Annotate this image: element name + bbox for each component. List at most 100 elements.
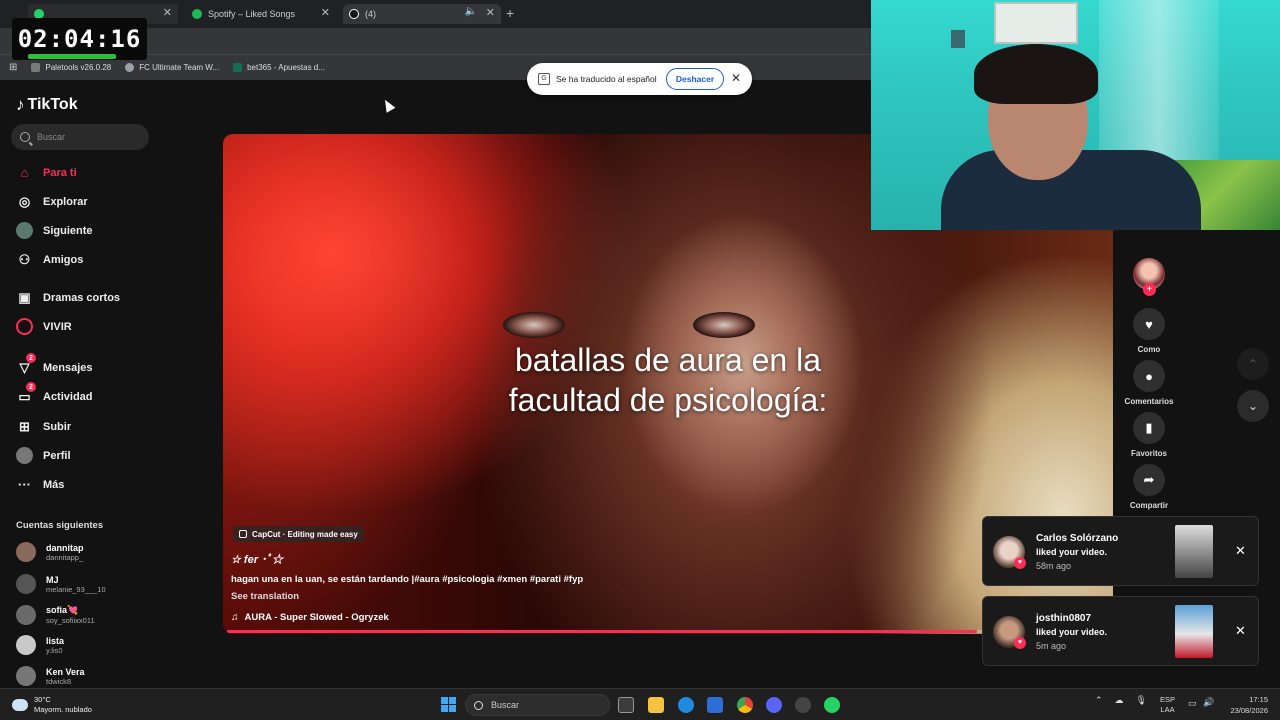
account-name: Ken Vera — [46, 666, 85, 677]
following-title: Cuentas siguientes — [16, 520, 104, 531]
store-icon[interactable] — [707, 697, 723, 713]
webcam-scene — [951, 30, 965, 48]
file-explorer-icon[interactable] — [648, 697, 664, 713]
network-icon[interactable]: ▭ — [1188, 698, 1197, 709]
edge-icon[interactable] — [678, 697, 694, 713]
account-handle: melanie_93___10 — [46, 584, 106, 594]
language-indicator[interactable]: ESP LAA — [1160, 695, 1175, 715]
nav-label: Explorar — [43, 195, 88, 208]
video-thumbnail[interactable] — [1175, 605, 1213, 658]
taskbar-search[interactable]: Buscar — [465, 694, 610, 716]
account-handle: soy_sofiixx011 — [46, 616, 95, 625]
close-icon[interactable]: ✕ — [731, 71, 741, 85]
message-icon: ▽ 2 — [16, 353, 36, 376]
nav-label: Más — [43, 478, 65, 491]
lang-top: ESP — [1160, 695, 1176, 704]
bookmark-label: FC Ultimate Team W... — [139, 63, 220, 72]
home-icon: ⌂ — [20, 165, 29, 180]
nav-dramas-cortos[interactable]: ▣ Dramas cortos — [16, 289, 120, 306]
live-icon — [16, 318, 33, 335]
see-translation-link[interactable]: See translation — [231, 591, 299, 602]
nav-vivir[interactable]: VIVIR — [16, 318, 72, 335]
nav-subir[interactable]: ⊞ Subir — [16, 418, 71, 435]
close-tab-icon[interactable]: ✕ — [486, 6, 495, 19]
following-account[interactable]: sofia💘 soy_sofiixx011 — [16, 605, 95, 625]
tab-tiktok[interactable]: (4) 🔈 ✕ — [343, 4, 501, 24]
nav-perfil[interactable]: Perfil — [16, 447, 71, 464]
share-button[interactable]: ➦ Compartir — [1129, 464, 1169, 510]
chrome-icon[interactable] — [737, 697, 753, 713]
like-notification[interactable]: ♥ Carlos Solórzano liked your video. 58m… — [982, 516, 1259, 586]
following-account[interactable]: dannitap dannitapp_ — [16, 542, 84, 562]
bookmark-icon: ▮ — [1133, 412, 1165, 444]
microphone-icon[interactable]: 🎙 — [1136, 695, 1147, 706]
video-progress-bar[interactable] — [227, 630, 1109, 633]
like-button[interactable]: ♥ Como — [1129, 308, 1169, 354]
bookmark-bet365[interactable]: bet365 - Apuestas d... — [233, 63, 325, 72]
chevron-down-icon: ⌄ — [1247, 399, 1259, 413]
music-link[interactable]: ♫ AURA - Super Slowed - Ogryzek — [231, 612, 389, 623]
volume-icon[interactable]: 🔊 — [1203, 697, 1214, 708]
close-icon[interactable]: ✕ — [1235, 623, 1246, 639]
clock[interactable]: 17:15 23/08/2026 — [1220, 694, 1268, 716]
chevron-up-icon[interactable]: ⌃ — [1095, 695, 1103, 706]
like-notification[interactable]: ♥ josthin0807 liked your video. 5m ago ✕ — [982, 596, 1259, 666]
notification-user: Carlos Solórzano — [1036, 533, 1119, 544]
activity-icon: ▭ 2 — [16, 382, 36, 405]
favorite-button[interactable]: ▮ Favoritos — [1129, 412, 1169, 458]
video-author[interactable]: ☆ fer ･ﾟ☆ — [231, 551, 283, 567]
speaker-icon[interactable]: 🔈 — [465, 6, 477, 17]
start-button[interactable] — [441, 697, 456, 712]
capcut-tag[interactable]: CapCut · Editing made easy — [233, 526, 364, 542]
following-account[interactable]: lista y.lis0 — [16, 635, 64, 655]
nav-siguiente[interactable]: Siguiente — [16, 222, 93, 239]
account-handle: dannitapp_ — [46, 552, 84, 562]
video-thumbnail[interactable] — [1175, 525, 1213, 578]
windows-taskbar: 30°C Mayorm. nublado Buscar ⌃ ☁ 🎙 ESP LA… — [0, 688, 1280, 720]
following-account[interactable]: Ken Vera tdwick8 — [16, 666, 85, 686]
sidebar: ♪ TikTok Buscar ⌂ Para ti ◎ Explorar Sig… — [0, 80, 160, 688]
follow-plus-icon[interactable]: + — [1143, 283, 1156, 296]
following-account[interactable]: MJ melanie_93___10 — [16, 574, 106, 594]
share-label: Compartir — [1129, 501, 1169, 510]
undo-translate-button[interactable]: Deshacer — [666, 68, 724, 90]
tiktok-logo[interactable]: ♪ TikTok — [16, 95, 78, 115]
nav-label: Actividad — [43, 390, 93, 403]
close-tab-icon[interactable]: ✕ — [163, 6, 172, 19]
translate-icon: G — [538, 73, 550, 85]
video-frame — [693, 312, 755, 338]
discord-icon[interactable] — [766, 697, 782, 713]
task-view-icon[interactable] — [618, 697, 634, 713]
tab-spotify[interactable]: Spotify – Liked Songs ✕ — [186, 4, 336, 24]
music-title: AURA - Super Slowed - Ogryzek — [244, 612, 389, 623]
nav-explorar[interactable]: ◎ Explorar — [16, 193, 88, 210]
notification-time: 5m ago — [1036, 641, 1067, 651]
search-input[interactable]: Buscar — [11, 124, 149, 150]
previous-video-button[interactable]: ⌃ — [1237, 348, 1269, 380]
cloud-icon — [12, 699, 28, 711]
nav-mas[interactable]: ··· Más — [16, 476, 64, 493]
new-tab-button[interactable]: + — [506, 5, 514, 21]
comment-label: Comentarios — [1124, 397, 1174, 406]
comment-button[interactable]: ● Comentarios — [1125, 360, 1173, 406]
close-tab-icon[interactable]: ✕ — [321, 6, 330, 19]
next-video-button[interactable]: ⌄ — [1237, 390, 1269, 422]
bookmark-paletools[interactable]: Paletools v26.0.28 — [31, 63, 111, 72]
cloud-sync-icon[interactable]: ☁ — [1115, 695, 1124, 706]
lang-bottom: LAA — [1160, 705, 1175, 714]
heart-icon: ♥ — [1133, 308, 1165, 340]
nav-actividad[interactable]: ▭ 2 Actividad — [16, 382, 93, 405]
obs-icon[interactable] — [795, 697, 811, 713]
nav-amigos[interactable]: ⚇ Amigos — [16, 251, 84, 268]
close-icon[interactable]: ✕ — [1235, 543, 1246, 559]
weather-widget[interactable]: 30°C Mayorm. nublado — [12, 695, 92, 715]
nav-label: Perfil — [43, 449, 71, 462]
nav-para-ti[interactable]: ⌂ Para ti — [16, 164, 77, 181]
whatsapp-icon[interactable] — [824, 697, 840, 713]
bookmark-fc-ultimate-team[interactable]: FC Ultimate Team W... — [125, 63, 219, 72]
account-name: dannitap — [46, 542, 84, 553]
apps-grid-icon[interactable]: ⊞ — [9, 62, 17, 73]
nav-mensajes[interactable]: ▽ 2 Mensajes — [16, 353, 93, 376]
capcut-label: CapCut · Editing made easy — [252, 529, 358, 539]
notification-text: liked your video. — [1036, 547, 1108, 557]
